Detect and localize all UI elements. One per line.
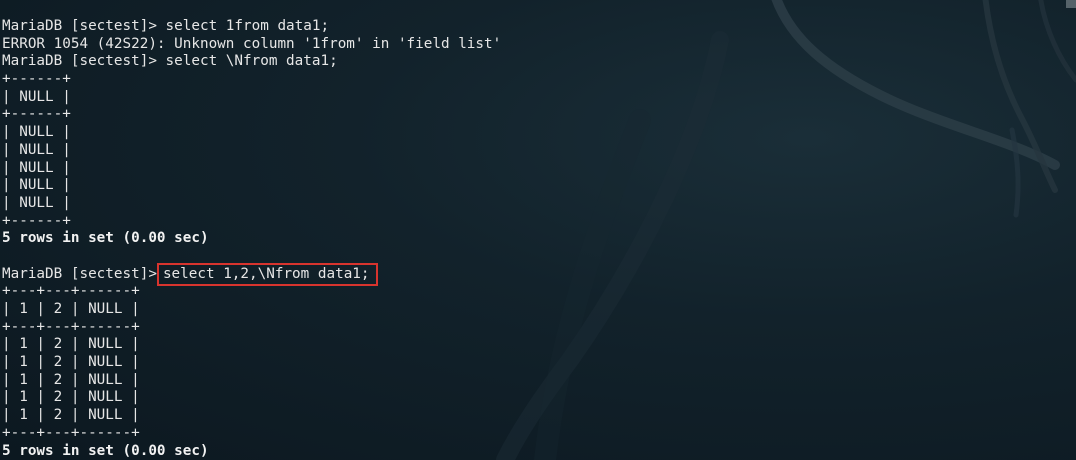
table-row: | 1 | 2 | NULL | bbox=[2, 336, 140, 353]
table-border: +------+ bbox=[2, 106, 71, 123]
rows-summary: 5 rows in set (0.00 sec) bbox=[2, 230, 209, 247]
terminal-line: MariaDB [sectest]> select \Nfrom data1; bbox=[2, 53, 338, 70]
table-row: | 1 | 2 | NULL | bbox=[2, 407, 140, 424]
table-row: | NULL | bbox=[2, 194, 71, 211]
terminal-window[interactable]: MariaDB [sectest]> select 1from data1; ER… bbox=[0, 0, 1076, 460]
rows-summary: 5 rows in set (0.00 sec) bbox=[2, 442, 209, 459]
table-border: +---+---+------+ bbox=[2, 424, 140, 441]
highlighted-prompt-line: MariaDB [sectest]> select 1,2,\Nfrom data… bbox=[2, 262, 501, 287]
prompt: MariaDB [sectest]> bbox=[2, 265, 157, 282]
table-border: +---+---+------+ bbox=[2, 318, 140, 335]
table-header: | 1 | 2 | NULL | bbox=[2, 301, 140, 317]
table-row: | 1 | 2 | NULL | bbox=[2, 389, 140, 406]
table-row: | NULL | bbox=[2, 177, 71, 194]
terminal-output: MariaDB [sectest]> select 1from data1; ER… bbox=[2, 18, 501, 460]
table-border: +------+ bbox=[2, 71, 71, 88]
table-border: +---+---+------+ bbox=[2, 283, 140, 300]
table-row: | NULL | bbox=[2, 159, 71, 176]
table-row: | 1 | 2 | NULL | bbox=[2, 371, 140, 388]
table-row: | 1 | 2 | NULL | bbox=[2, 354, 140, 371]
table-header: | NULL | bbox=[2, 88, 71, 105]
error-line: ERROR 1054 (42S22): Unknown column '1fro… bbox=[2, 35, 502, 52]
highlighted-command[interactable]: select 1,2,\Nfrom data1; bbox=[156, 262, 378, 287]
table-row: | NULL | bbox=[2, 141, 71, 158]
table-border: +------+ bbox=[2, 212, 71, 229]
terminal-line: MariaDB [sectest]> select 1from data1; bbox=[2, 18, 330, 34]
table-row: | NULL | bbox=[2, 124, 71, 141]
